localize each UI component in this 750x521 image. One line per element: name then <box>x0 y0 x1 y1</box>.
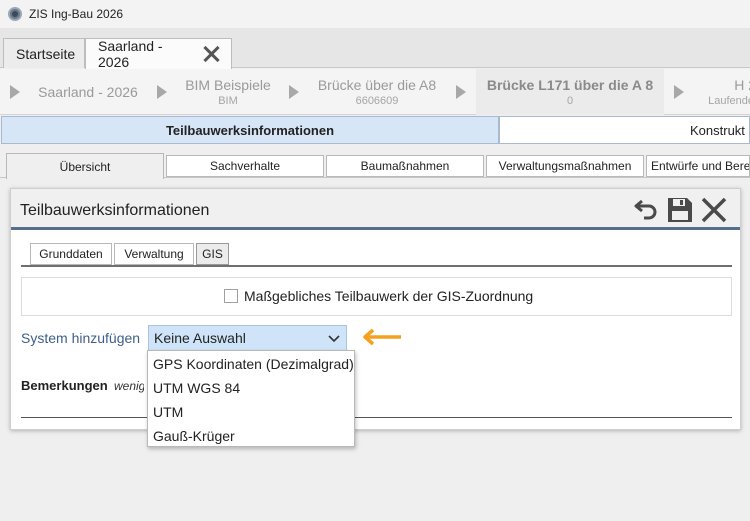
gis-assignment-label: Maßgebliches Teilbauwerk der GIS-Zuordnu… <box>244 288 534 304</box>
subtab-uebersicht[interactable]: Übersicht <box>6 153 164 179</box>
subtab-verwaltungsmassnahmen[interactable]: Verwaltungsmaßnahmen <box>486 155 644 177</box>
teilbauwerk-panel: Teilbauwerksinformationen Grunddaten Ver… <box>10 188 741 430</box>
dropdown-option-utm[interactable]: UTM <box>148 400 354 424</box>
breadcrumb-subtitle: 0 <box>566 95 574 107</box>
tab-label: Konstrukt <box>690 122 745 138</box>
breadcrumb-item-bim-beispiele[interactable]: BIM Beispiele BIM <box>172 69 284 115</box>
remarks-input-line[interactable] <box>21 417 732 418</box>
breadcrumb-title: BIM Beispiele <box>185 77 271 93</box>
arrow-left-icon <box>363 328 403 346</box>
sub-tabs: Übersicht Sachverhalte Baumaßnahmen Verw… <box>0 150 750 179</box>
breadcrumb: Saarland - 2026 BIM Beispiele BIM Brücke… <box>0 69 750 115</box>
gis-assignment-checkbox[interactable] <box>224 289 238 303</box>
breadcrumb-arrow-icon <box>289 85 299 99</box>
subtab-sachverhalte[interactable]: Sachverhalte <box>166 155 324 177</box>
breadcrumb-title: H 2 <box>734 77 750 93</box>
subtab-baumassnahmen[interactable]: Baumaßnahmen <box>326 155 484 177</box>
window-title: ZIS Ing-Bau 2026 <box>29 7 124 21</box>
inner-tab-grunddaten[interactable]: Grunddaten <box>30 243 112 265</box>
tab-teilbauwerksinformationen[interactable]: Teilbauwerksinformationen <box>1 116 499 144</box>
doc-tab-startseite[interactable]: Startseite <box>3 38 85 68</box>
close-icon[interactable] <box>700 196 728 224</box>
panel-title: Teilbauwerksinformationen <box>20 202 210 219</box>
tab-label: Teilbauwerksinformationen <box>165 122 335 138</box>
system-dropdown-list: GPS Koordinaten (Dezimalgrad) UTM WGS 84… <box>147 350 355 447</box>
inner-tab-gis[interactable]: GIS <box>196 243 229 265</box>
subtab-label: Übersicht <box>59 159 111 174</box>
breadcrumb-arrow-icon <box>456 85 466 99</box>
breadcrumb-subtitle: 6606609 <box>355 95 399 107</box>
subtab-label: Sachverhalte <box>209 159 281 173</box>
breadcrumb-title: Brücke L171 über die A 8 <box>486 77 654 93</box>
system-select-value: Keine Auswahl <box>154 330 246 346</box>
breadcrumb-arrow-icon <box>674 85 684 99</box>
document-tabs: Startseite Saarland - 2026 <box>0 28 750 70</box>
breadcrumb-subtitle: BIM <box>218 95 238 107</box>
breadcrumb-arrow-icon <box>10 85 20 99</box>
close-icon[interactable] <box>202 45 219 63</box>
remarks-label: Bemerkungen <box>21 378 108 393</box>
save-icon[interactable] <box>666 196 694 224</box>
system-select[interactable]: Keine Auswahl <box>148 325 347 351</box>
breadcrumb-item-h2[interactable]: H 2 Laufende <box>696 69 750 115</box>
panel-header: Teilbauwerksinformationen <box>11 189 740 230</box>
inner-tab-label: Grunddaten <box>39 247 103 261</box>
doc-tab-label: Saarland - 2026 <box>98 38 163 70</box>
dropdown-option-utm-wgs84[interactable]: UTM WGS 84 <box>148 376 354 400</box>
dropdown-option-gps[interactable]: GPS Koordinaten (Dezimalgrad) <box>148 352 354 376</box>
title-bar: ZIS Ing-Bau 2026 <box>0 0 750 28</box>
breadcrumb-title: Brücke über die A8 <box>317 77 437 93</box>
doc-tab-label: Startseite <box>16 45 76 62</box>
doc-tab-saarland[interactable]: Saarland - 2026 <box>85 38 232 70</box>
inner-tab-label: Verwaltung <box>124 247 184 261</box>
system-add-label: System hinzufügen <box>21 330 141 346</box>
chevron-down-icon <box>328 332 340 344</box>
breadcrumb-subtitle: Laufende <box>708 95 750 107</box>
inner-tab-label: GIS <box>202 247 223 261</box>
subtab-label: Verwaltungsmaßnahmen <box>498 159 632 173</box>
gis-assignment-box: Maßgebliches Teilbauwerk der GIS-Zuordnu… <box>21 277 732 316</box>
inner-tab-verwaltung[interactable]: Verwaltung <box>114 243 194 265</box>
main-tabs: Teilbauwerksinformationen Konstrukt <box>0 116 750 144</box>
breadcrumb-item-saarland[interactable]: Saarland - 2026 <box>30 69 146 115</box>
remarks-hint: wenig <box>114 379 144 393</box>
undo-icon[interactable] <box>633 196 661 224</box>
subtab-label: Baumaßnahmen <box>360 159 450 173</box>
breadcrumb-title: Saarland - 2026 <box>38 84 138 100</box>
dropdown-option-gauss-krueger[interactable]: Gauß-Krüger <box>148 424 354 448</box>
app-icon <box>8 7 22 21</box>
breadcrumb-item-bruecke-l171[interactable]: Brücke L171 über die A 8 0 <box>476 69 664 115</box>
tab-konstruktion[interactable]: Konstrukt <box>499 116 750 144</box>
breadcrumb-item-bruecke-a8[interactable]: Brücke über die A8 6606609 <box>305 69 449 115</box>
subtab-label: Entwürfe und Berec <box>651 159 750 173</box>
subtab-entwuerfe[interactable]: Entwürfe und Berec <box>646 155 750 177</box>
breadcrumb-arrow-icon <box>157 85 167 99</box>
panel-inner-tabs: Grunddaten Verwaltung GIS <box>21 243 732 267</box>
